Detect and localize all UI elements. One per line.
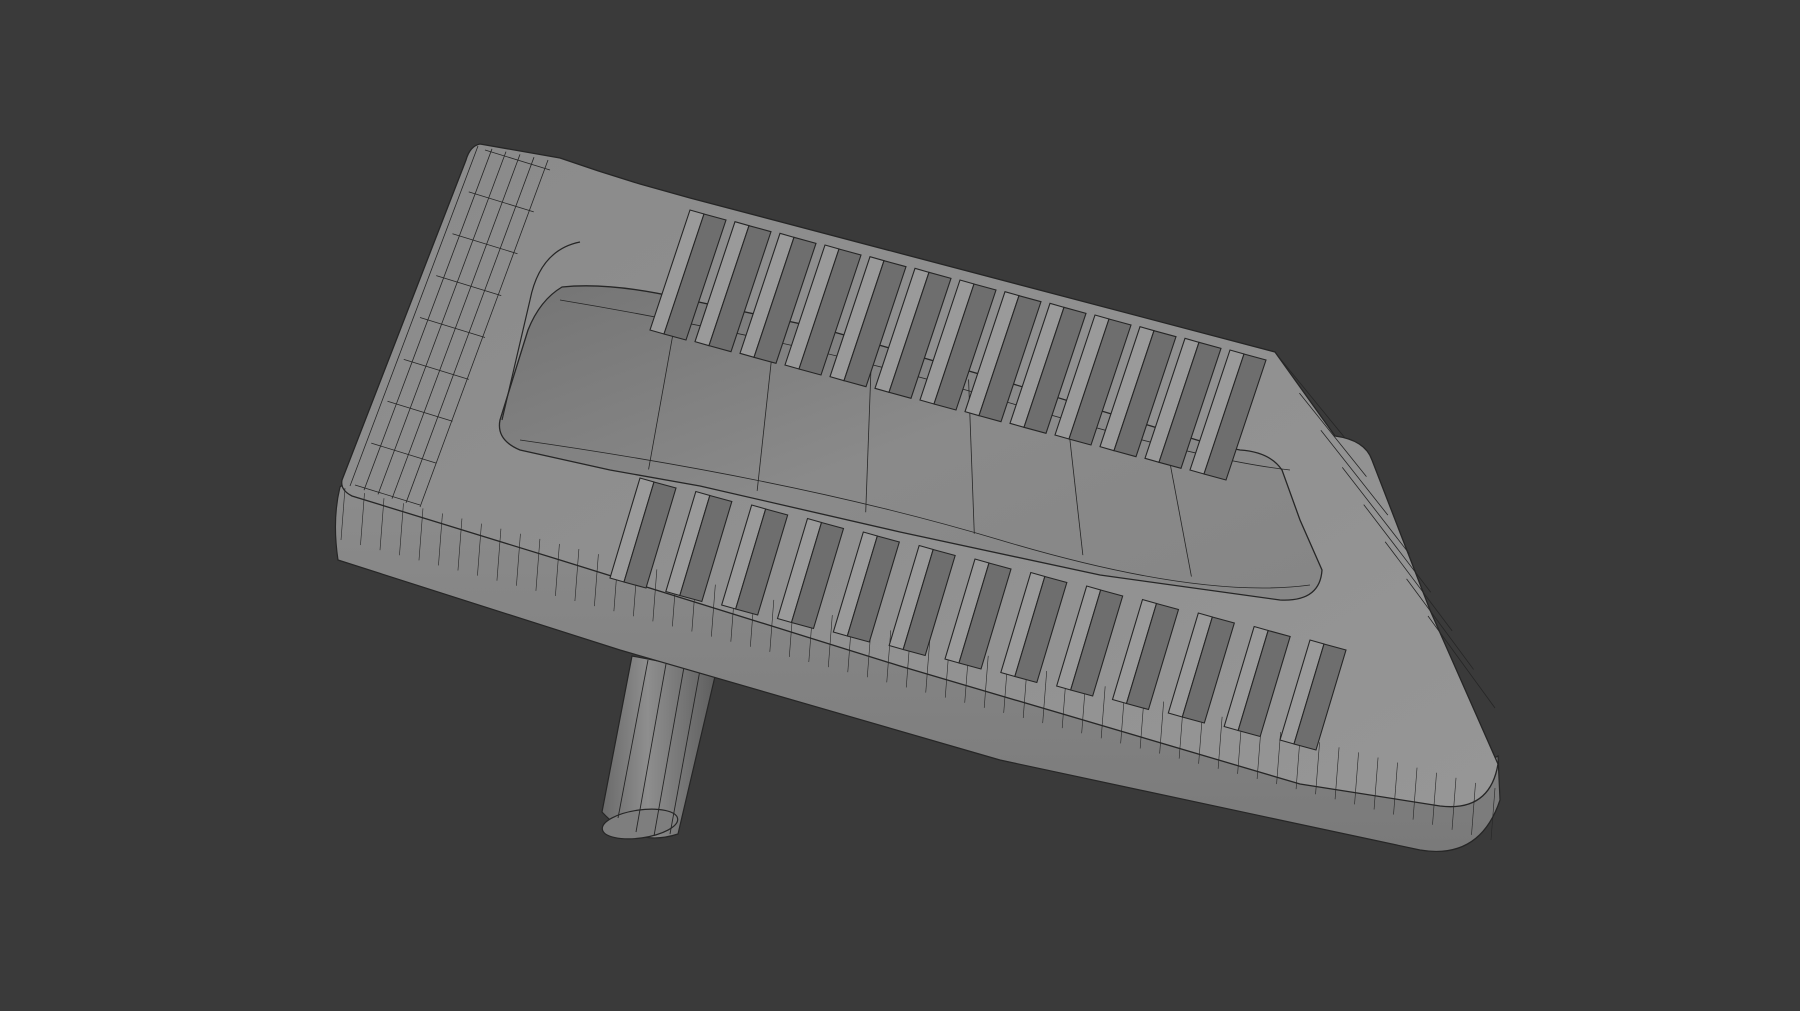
mesh-render — [334, 143, 1501, 852]
3d-viewport[interactable] — [0, 0, 1800, 1011]
drain-pipe — [601, 655, 717, 840]
